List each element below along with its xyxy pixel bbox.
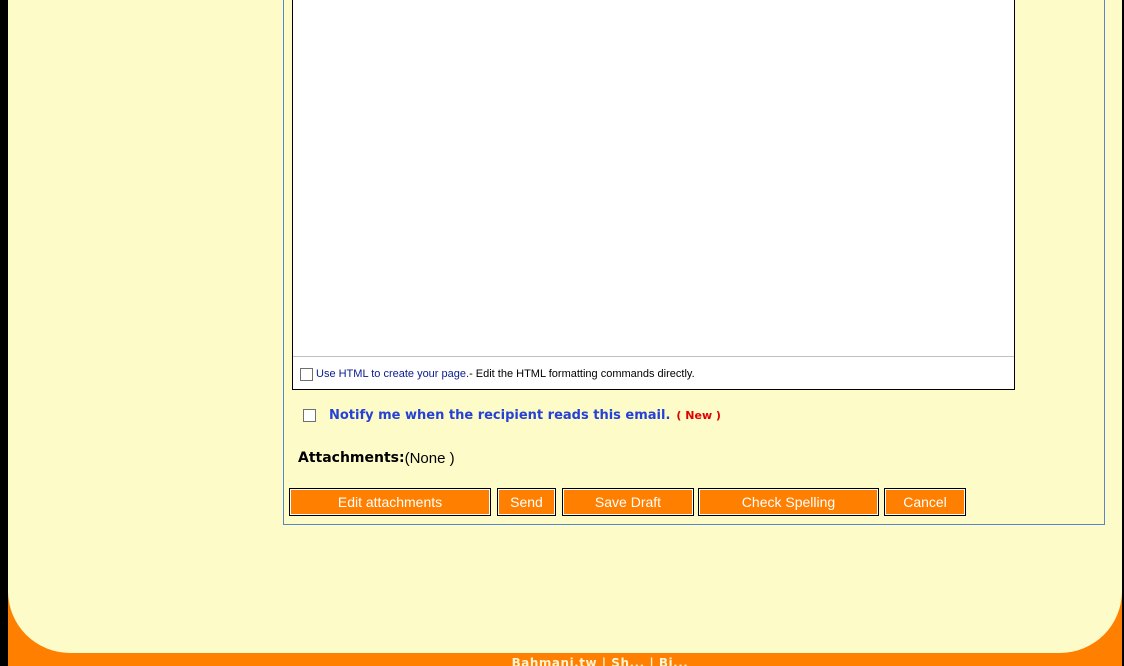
- attachments-row: Attachments: (None ): [298, 448, 455, 468]
- html-toggle-row: Use HTML to create your page. - Edit the…: [300, 365, 695, 383]
- attachments-value: (None ): [404, 449, 455, 467]
- message-body-area[interactable]: [293, 0, 1014, 356]
- edit-attachments-button[interactable]: Edit attachments: [289, 488, 491, 516]
- html-mode-link[interactable]: Use HTML to create your page.: [316, 368, 469, 380]
- attachments-label: Attachments:: [298, 450, 405, 466]
- save-draft-button[interactable]: Save Draft: [562, 488, 694, 516]
- send-button[interactable]: Send: [497, 488, 556, 516]
- check-spelling-button[interactable]: Check Spelling: [698, 488, 879, 516]
- html-mode-checkbox[interactable]: [300, 367, 313, 381]
- message-editor: Use HTML to create your page. - Edit the…: [292, 0, 1015, 390]
- read-receipt-row: Notify me when the recipient reads this …: [303, 405, 721, 425]
- editor-divider: [293, 356, 1014, 357]
- cancel-button[interactable]: Cancel: [884, 488, 966, 516]
- new-badge: ( New ): [676, 408, 721, 422]
- read-receipt-label[interactable]: Notify me when the recipient reads this …: [329, 408, 670, 423]
- window-left-edge: [0, 0, 8, 666]
- html-mode-description: - Edit the HTML formatting commands dire…: [469, 368, 695, 380]
- footer-links[interactable]: Bahmani.tw | Sh... | Bi...: [300, 656, 900, 666]
- read-receipt-checkbox[interactable]: [303, 408, 316, 422]
